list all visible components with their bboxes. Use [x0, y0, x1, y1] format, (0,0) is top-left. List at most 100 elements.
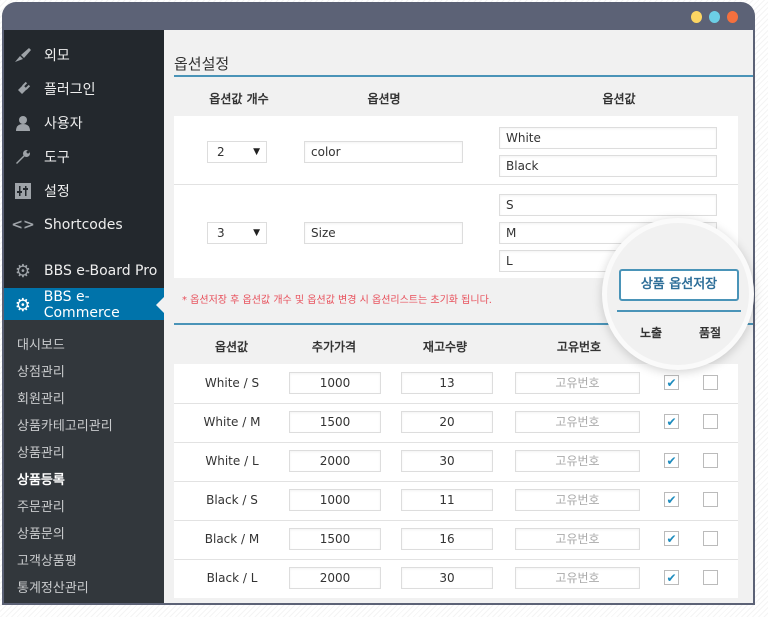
- checkmark-icon: ✔: [666, 375, 677, 390]
- admin-sidebar: 외모 플러그인 사용자 도구 설정 <> Shortcodes ⚙ BBS e-…: [4, 30, 164, 603]
- unique-code-input[interactable]: 고유번호: [515, 489, 640, 511]
- sidebar-item-users[interactable]: 사용자: [4, 106, 164, 140]
- option-value-label: White / M: [203, 415, 261, 429]
- option-value-label: Black / M: [204, 532, 260, 546]
- save-options-button[interactable]: 상품 옵션저장: [619, 269, 739, 301]
- paintbrush-icon: [13, 45, 33, 65]
- header-option-name: 옵션명: [367, 92, 401, 106]
- row-divider: [174, 403, 738, 404]
- soldout-checkbox[interactable]: [703, 570, 718, 585]
- code-brackets-icon: <>: [11, 217, 35, 233]
- sidebar-item-appearance[interactable]: 외모: [4, 38, 164, 72]
- submenu-item-orders[interactable]: 주문관리: [17, 496, 65, 515]
- option-count-select[interactable]: 3 ▼: [207, 222, 267, 244]
- row-divider: [174, 559, 738, 560]
- sidebar-item-bbs-eboard-pro[interactable]: ⚙ BBS e-Board Pro: [4, 254, 164, 288]
- minimize-button[interactable]: [691, 11, 702, 23]
- stock-input[interactable]: 30: [401, 450, 493, 472]
- header-extra-price: 추가가격: [311, 340, 357, 354]
- visible-checkbox[interactable]: ✔: [664, 453, 679, 468]
- unique-code-input[interactable]: 고유번호: [515, 372, 640, 394]
- sidebar-item-tools[interactable]: 도구: [4, 140, 164, 174]
- row-divider: [174, 481, 738, 482]
- sidebar-item-plugins[interactable]: 플러그인: [4, 72, 164, 106]
- extra-price-input[interactable]: 2000: [289, 450, 381, 472]
- extra-price-input[interactable]: 1500: [289, 411, 381, 433]
- stock-input[interactable]: 16: [401, 528, 493, 550]
- submenu-item-statistics[interactable]: 통계정산관리: [17, 577, 89, 596]
- sidebar-item-label: 사용자: [44, 116, 83, 132]
- unique-code-input[interactable]: 고유번호: [515, 528, 640, 550]
- extra-price-input[interactable]: 1000: [289, 372, 381, 394]
- option-count-select[interactable]: 2 ▼: [207, 141, 267, 163]
- header-soldout: 품절: [699, 326, 722, 340]
- visible-checkbox[interactable]: ✔: [664, 414, 679, 429]
- sidebar-item-label: Shortcodes: [44, 217, 123, 233]
- soldout-checkbox[interactable]: [703, 492, 718, 507]
- stock-input[interactable]: 13: [401, 372, 493, 394]
- soldout-checkbox[interactable]: [703, 453, 718, 468]
- close-button[interactable]: [727, 11, 738, 23]
- checkmark-icon: ✔: [666, 414, 677, 429]
- sidebar-item-settings[interactable]: 설정: [4, 174, 164, 208]
- extra-price-input[interactable]: 2000: [289, 567, 381, 589]
- submenu-item-add-product[interactable]: 상품등록: [17, 469, 65, 488]
- gear-icon: ⚙: [14, 294, 31, 316]
- section-divider: [174, 75, 753, 77]
- submenu-item-members[interactable]: 회원관리: [17, 388, 65, 407]
- checkmark-icon: ✔: [666, 453, 677, 468]
- checkmark-icon: ✔: [666, 570, 677, 585]
- stock-input[interactable]: 30: [401, 567, 493, 589]
- header-option-values: 옵션값: [602, 92, 636, 106]
- submenu-item-reviews[interactable]: 고객상품평: [17, 550, 77, 569]
- option-value-label: Black / L: [206, 571, 258, 585]
- option-value-label: Black / S: [206, 493, 258, 507]
- soldout-checkbox[interactable]: [703, 414, 718, 429]
- sidebar-item-bbs-ecommerce[interactable]: ⚙ BBS e-Commerce: [4, 288, 164, 322]
- unique-code-input[interactable]: 고유번호: [515, 450, 640, 472]
- ecommerce-submenu: 대시보드 상점관리 회원관리 상품카테고리관리 상품관리 상품등록 주문관리 상…: [4, 320, 164, 603]
- header-visible: 노출: [640, 326, 663, 340]
- settings-sliders-icon: [13, 181, 33, 201]
- submenu-item-inquiries[interactable]: 상품문의: [17, 523, 65, 542]
- soldout-checkbox[interactable]: [703, 531, 718, 546]
- extra-price-input[interactable]: 1500: [289, 528, 381, 550]
- option-value-label: White / S: [204, 376, 260, 390]
- checkmark-icon: ✔: [666, 492, 677, 507]
- option-value-input[interactable]: S: [499, 194, 717, 216]
- submenu-item-categories[interactable]: 상품카테고리관리: [17, 415, 113, 434]
- submenu-item-store[interactable]: 상점관리: [17, 361, 65, 380]
- option-name-input[interactable]: Size: [304, 222, 463, 244]
- stock-input[interactable]: 20: [401, 411, 493, 433]
- sidebar-item-label: 외모: [44, 48, 70, 64]
- visible-checkbox[interactable]: ✔: [664, 570, 679, 585]
- soldout-checkbox[interactable]: [703, 375, 718, 390]
- submenu-item-dashboard[interactable]: 대시보드: [17, 334, 65, 353]
- submenu-item-products[interactable]: 상품관리: [17, 442, 65, 461]
- gear-icon: ⚙: [14, 260, 32, 282]
- plugin-icon: [13, 79, 33, 99]
- sidebar-item-shortcodes[interactable]: <> Shortcodes: [4, 208, 164, 242]
- extra-price-input[interactable]: 1000: [289, 489, 381, 511]
- section-title: 옵션설정: [174, 55, 230, 73]
- option-value-input[interactable]: White: [499, 127, 717, 149]
- unique-code-input[interactable]: 고유번호: [515, 567, 640, 589]
- visible-checkbox[interactable]: ✔: [664, 531, 679, 546]
- visible-checkbox[interactable]: ✔: [664, 492, 679, 507]
- section-divider: [617, 310, 741, 312]
- row-divider: [174, 184, 738, 185]
- row-divider: [174, 442, 738, 443]
- sidebar-item-label: BBS e-Commerce: [43, 289, 120, 321]
- maximize-button[interactable]: [709, 11, 720, 23]
- option-name-input[interactable]: color: [304, 141, 463, 163]
- visible-checkbox[interactable]: ✔: [664, 375, 679, 390]
- header-option-count: 옵션값 개수: [209, 92, 269, 106]
- unique-code-input[interactable]: 고유번호: [515, 411, 640, 433]
- dropdown-arrow-icon: ▼: [253, 147, 260, 157]
- sidebar-item-label: 설정: [44, 184, 70, 200]
- option-value-input[interactable]: Black: [499, 155, 717, 177]
- header-unique-code: 고유번호: [556, 340, 602, 354]
- checkmark-icon: ✔: [666, 531, 677, 546]
- stock-input[interactable]: 11: [401, 489, 493, 511]
- sidebar-item-label: BBS e-Board Pro: [44, 263, 158, 279]
